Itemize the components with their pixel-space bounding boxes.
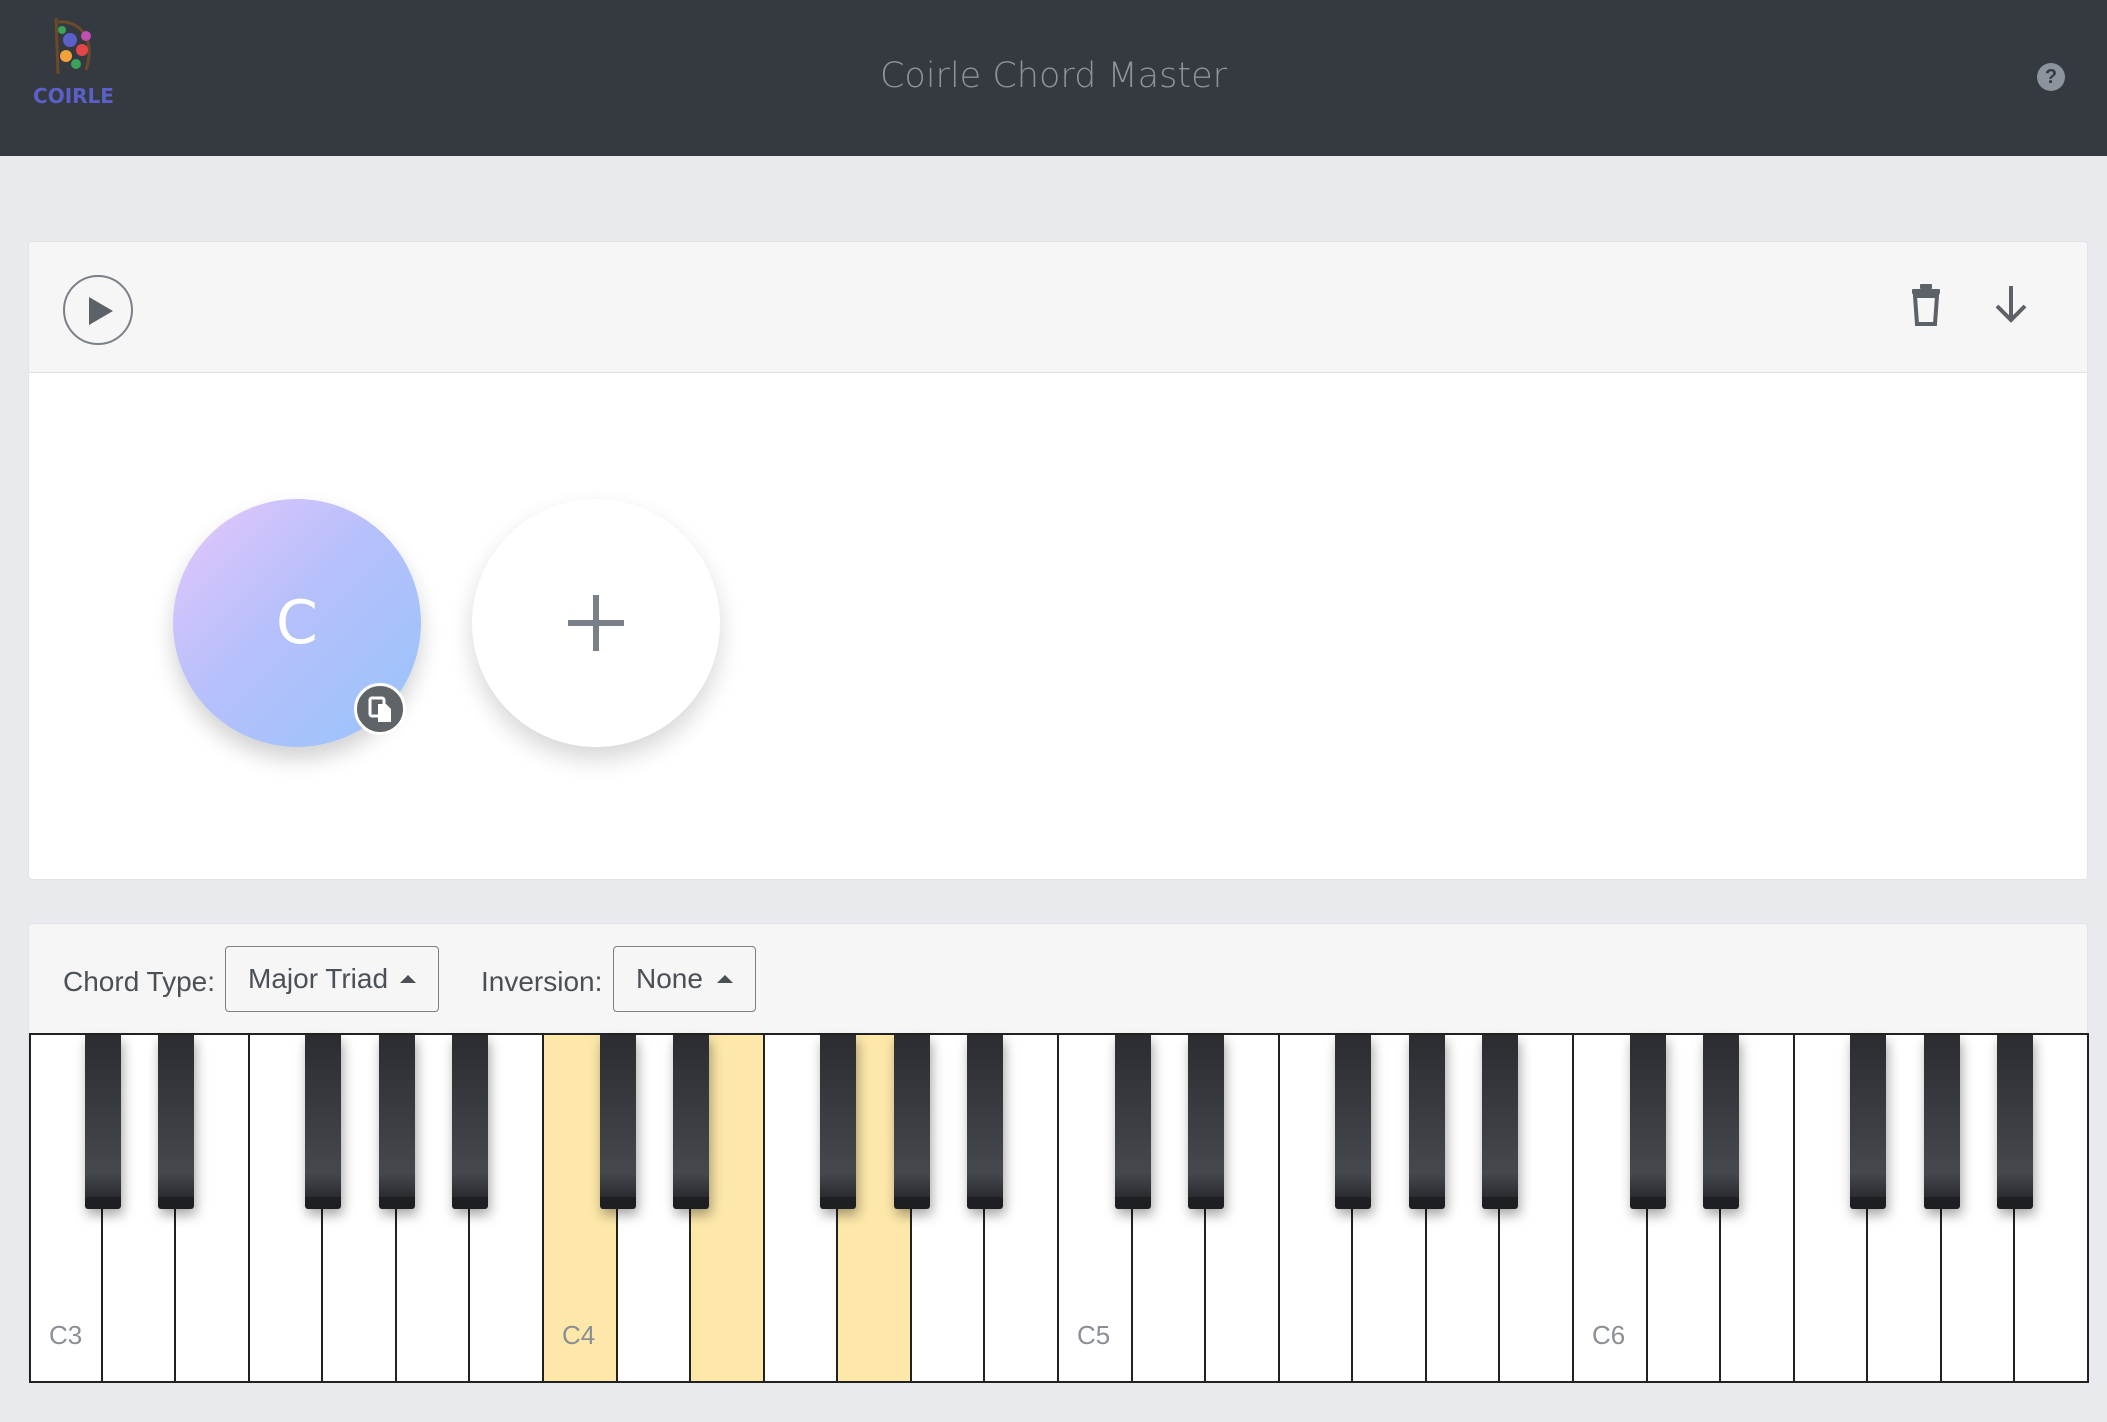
copy-icon — [368, 696, 391, 722]
black-key-gs3[interactable] — [378, 1035, 415, 1209]
black-key-as6[interactable] — [1997, 1035, 2034, 1209]
delete-progression-button[interactable] — [1909, 282, 1943, 326]
question-circle-icon[interactable]: ? — [2037, 63, 2065, 91]
chord-type-label: Chord Type: — [63, 966, 216, 997]
inversion-select[interactable]: None — [613, 946, 756, 1012]
piano-keyboard: C3 C4 C5 C6 — [29, 1033, 2089, 1383]
octave-label: C5 — [1077, 1320, 1111, 1350]
black-key-gs4[interactable] — [893, 1035, 930, 1209]
black-key-fs4[interactable] — [820, 1035, 857, 1209]
black-key-fs6[interactable] — [1850, 1035, 1887, 1209]
progression-card: C — [28, 241, 2088, 880]
download-button[interactable] — [1991, 282, 2031, 326]
duplicate-chord-button[interactable] — [354, 683, 406, 735]
play-button[interactable] — [63, 275, 133, 345]
progression-toolbar — [29, 242, 2087, 373]
black-key-ds6[interactable] — [1703, 1035, 1740, 1209]
black-key-gs6[interactable] — [1923, 1035, 1960, 1209]
octave-label: C6 — [1592, 1320, 1626, 1350]
black-key-fs3[interactable] — [305, 1035, 342, 1209]
caret-up-icon — [717, 975, 733, 983]
black-key-cs6[interactable] — [1629, 1035, 1666, 1209]
page-title: Coirle Chord Master — [879, 56, 1228, 96]
black-key-gs5[interactable] — [1408, 1035, 1445, 1209]
black-key-cs5[interactable] — [1114, 1035, 1151, 1209]
black-key-ds3[interactable] — [158, 1035, 195, 1209]
black-key-as4[interactable] — [967, 1035, 1004, 1209]
black-key-cs3[interactable] — [84, 1035, 121, 1209]
black-key-cs4[interactable] — [599, 1035, 636, 1209]
chord-type-select[interactable]: Major Triad — [225, 946, 439, 1012]
black-key-ds4[interactable] — [673, 1035, 710, 1209]
arrow-down-icon — [1995, 286, 2027, 323]
chord-editor-card: Chord Type: Major Triad Inversion: None … — [28, 923, 2089, 1383]
black-key-fs5[interactable] — [1335, 1035, 1372, 1209]
add-chord-button[interactable] — [472, 499, 720, 747]
inversion-label: Inversion: — [481, 966, 603, 997]
play-icon — [89, 297, 113, 325]
black-key-ds5[interactable] — [1188, 1035, 1225, 1209]
app-header: COIRLE Coirle Chord Master ? — [0, 0, 2107, 156]
black-key-as5[interactable] — [1482, 1035, 1519, 1209]
black-key-as3[interactable] — [452, 1035, 489, 1209]
chord-type-value: Major Triad — [248, 963, 389, 994]
octave-label: C4 — [562, 1320, 596, 1350]
plus-icon — [568, 595, 624, 651]
caret-up-icon — [400, 975, 416, 983]
octave-label: C3 — [49, 1320, 83, 1350]
trash-icon — [1912, 284, 1940, 326]
inversion-value: None — [636, 963, 703, 994]
